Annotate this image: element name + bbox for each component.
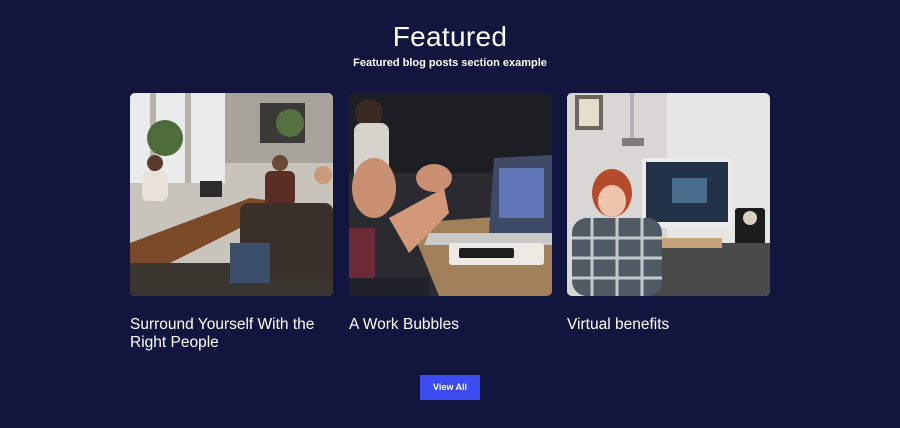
post-card[interactable]: Surround Yourself With the Right People (130, 93, 333, 352)
post-title[interactable]: A Work Bubbles (349, 316, 552, 334)
post-card[interactable]: Virtual benefits (567, 93, 770, 334)
section-title: Featured (392, 21, 508, 52)
post-card[interactable]: A Work Bubbles (349, 93, 552, 334)
view-all-button[interactable]: View All (420, 375, 480, 400)
section-subtitle: Featured blog posts section example (353, 57, 547, 69)
featured-section: Featured Featured blog posts section exa… (0, 0, 900, 428)
post-image-woman-at-computer[interactable] (567, 93, 770, 296)
post-image-team-meeting[interactable] (130, 93, 333, 296)
post-title[interactable]: Virtual benefits (567, 316, 770, 334)
post-image-hands-laptop[interactable] (349, 93, 552, 296)
post-title[interactable]: Surround Yourself With the Right People (130, 316, 333, 352)
